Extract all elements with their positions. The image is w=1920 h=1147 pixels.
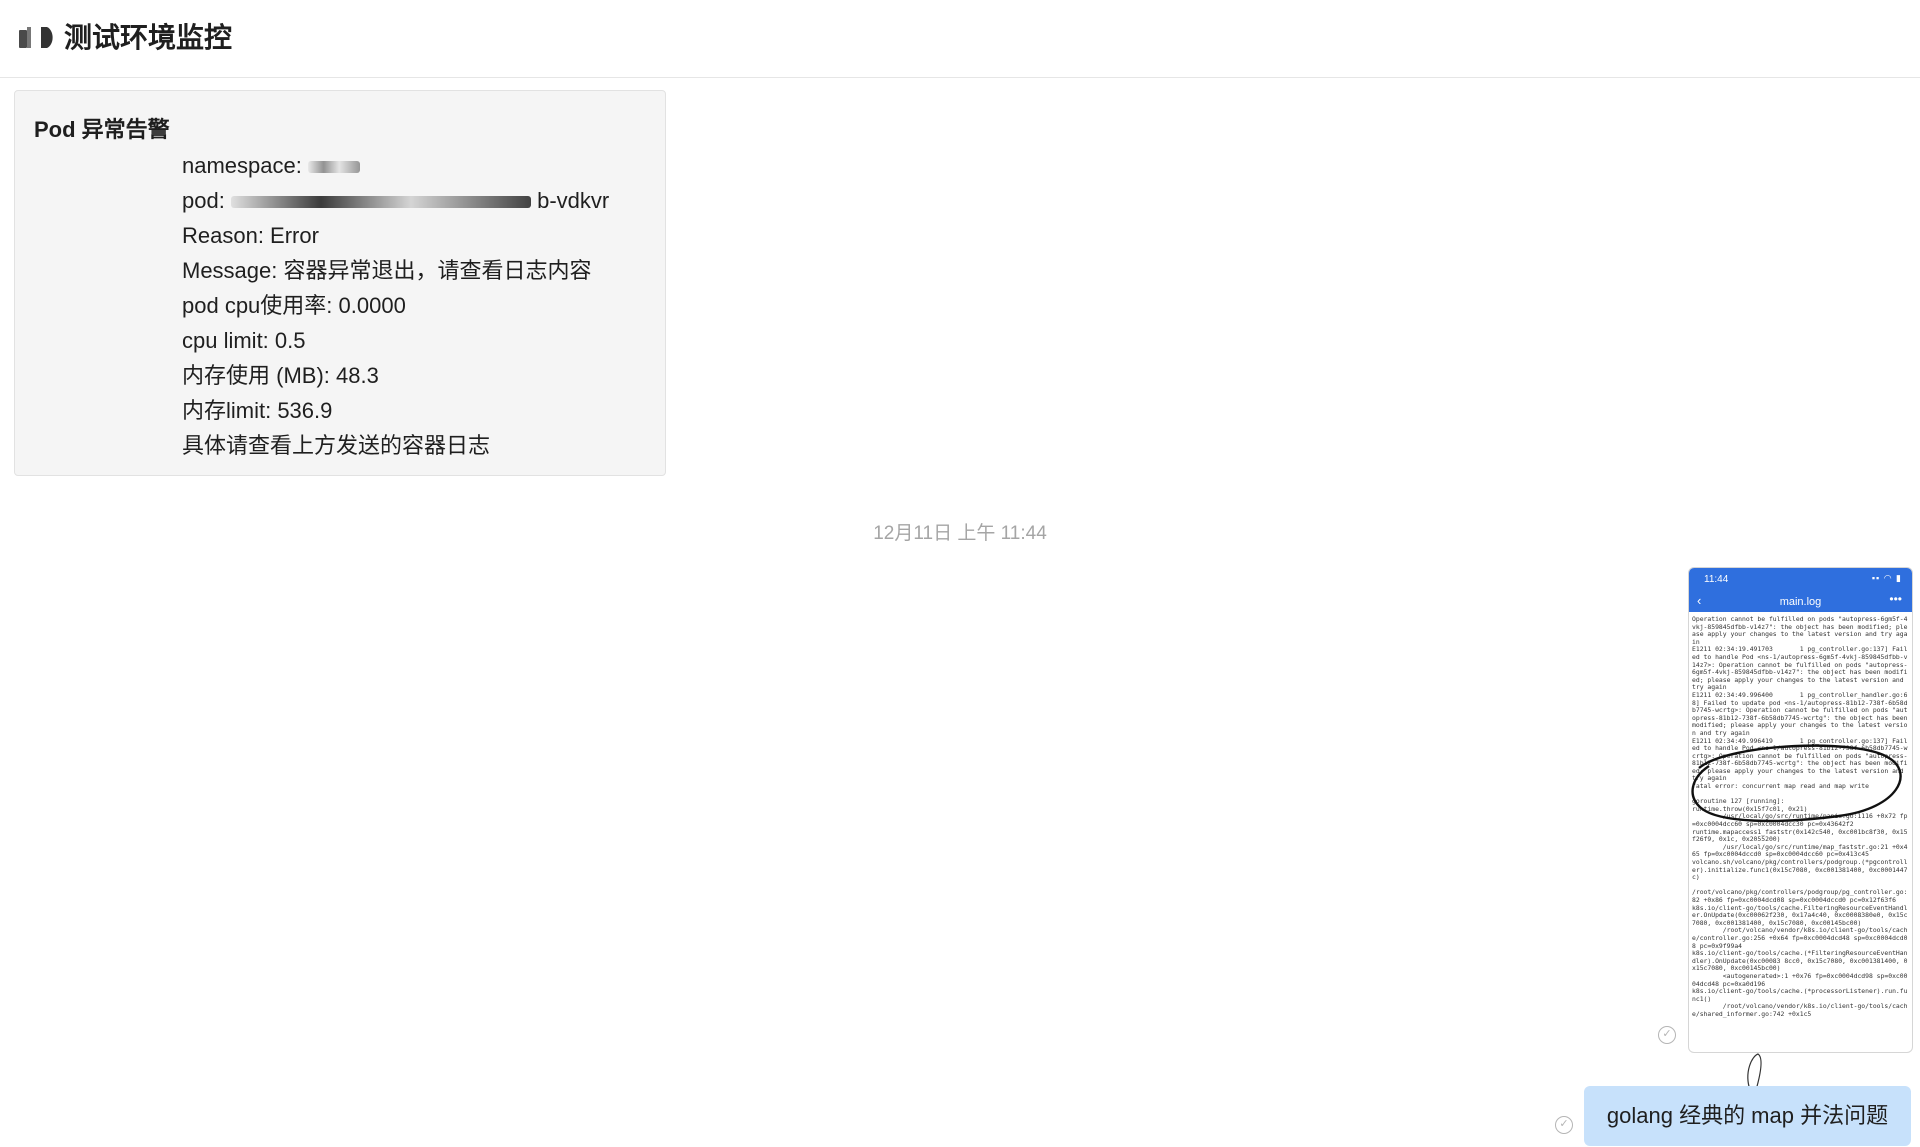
read-check-icon: ✓ <box>1555 1116 1573 1134</box>
alert-namespace: namespace: <box>182 148 609 183</box>
notebook-icon <box>19 27 53 48</box>
alert-footer: 具体请查看上方发送的容器日志 <box>182 433 491 458</box>
alert-reason: Reason: Error <box>182 223 319 248</box>
alert-body: namespace: pod: b-vdkvr Reason: Error Me… <box>182 148 609 463</box>
log-screenshot-image[interactable]: 11:44 ▪▪ ◠ ▮ ‹ main.log ••• Operation ca… <box>1688 567 1913 1053</box>
chat-title: 测试环境监控 <box>64 22 233 53</box>
handwritten-circle-annotation <box>1691 744 1902 823</box>
alert-cpu-limit: cpu limit: 0.5 <box>182 328 306 353</box>
read-check-icon: ✓ <box>1658 1026 1676 1044</box>
message-bubble[interactable]: golang 经典的 map 并法问题 <box>1584 1086 1911 1146</box>
chat-header: 测试环境监控 <box>0 0 1920 78</box>
alert-mem-usage: 内存使用 (MB): 48.3 <box>182 363 379 388</box>
alert-title: Pod 异常告警 <box>34 117 170 142</box>
pod-alert-card: Pod 异常告警 namespace: pod: b-vdkvr Reason:… <box>14 90 666 476</box>
alert-mem-limit: 内存limit: 536.9 <box>182 398 333 423</box>
alert-cpu-usage: pod cpu使用率: 0.0000 <box>182 293 406 318</box>
message-timestamp: 12月11日 上午 11:44 <box>873 523 1047 544</box>
alert-pod: pod: b-vdkvr <box>182 188 610 213</box>
alert-message: Message: 容器异常退出，请查看日志内容 <box>182 258 592 283</box>
